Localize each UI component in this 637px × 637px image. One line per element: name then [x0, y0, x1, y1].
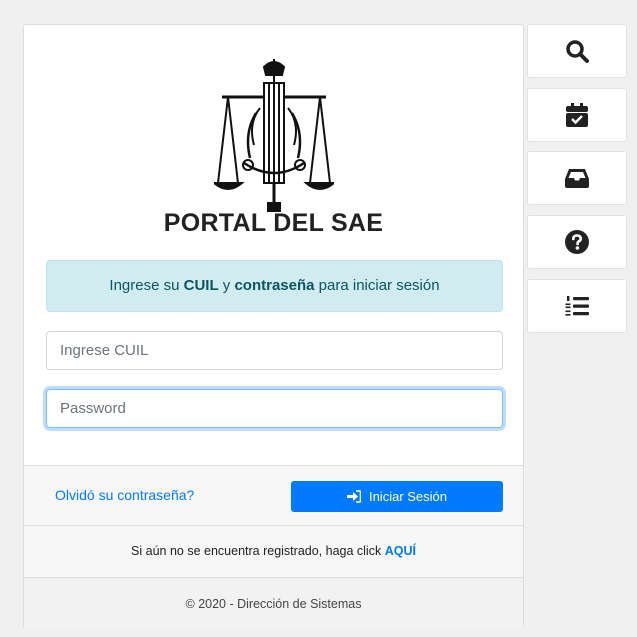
page-title: PORTAL DEL SAE [163, 209, 384, 237]
numbered-list-icon [565, 296, 589, 316]
sidebar-item-list[interactable] [527, 279, 627, 333]
register-text: Si aún no se encuentra registrado, haga … [131, 544, 385, 558]
sidebar-item-inbox[interactable] [527, 151, 627, 205]
sidebar-item-help[interactable] [527, 215, 627, 269]
alert-password: contraseña [234, 277, 315, 294]
login-button[interactable]: Iniciar Sesión [291, 481, 503, 512]
inbox-icon [565, 169, 589, 188]
alert-cuil: CUIL [183, 277, 219, 294]
page: PORTAL DEL SAE Ingrese su CUIL y contras… [0, 0, 637, 637]
cuil-input[interactable] [46, 331, 503, 370]
copyright-text: © 2020 - Dirección de Sistemas [185, 597, 362, 611]
question-circle-icon [565, 230, 589, 254]
register-link[interactable]: AQUÍ [385, 544, 416, 558]
alert-prefix: Ingrese su [109, 277, 184, 294]
justice-emblem-logo [214, 59, 334, 212]
calendar-check-icon [566, 103, 588, 127]
password-input[interactable] [46, 389, 503, 428]
alert-suffix: para iniciar sesión [314, 277, 440, 294]
search-icon [566, 40, 589, 63]
login-button-label: Iniciar Sesión [368, 489, 448, 504]
sidebar-item-search[interactable] [527, 24, 627, 78]
sign-in-icon [346, 490, 361, 503]
copyright-footer: © 2020 - Dirección de Sistemas [24, 577, 523, 628]
info-alert: Ingrese su CUIL y contraseña para inicia… [46, 260, 503, 312]
alert-middle: y [218, 277, 235, 294]
register-row: Si aún no se encuentra registrado, haga … [24, 525, 523, 577]
login-card: PORTAL DEL SAE Ingrese su CUIL y contras… [23, 24, 524, 628]
actions-row: Olvidó su contraseña? Iniciar Sesión [24, 465, 523, 525]
forgot-password-link[interactable]: Olvidó su contraseña? [55, 487, 194, 503]
sidebar-item-calendar[interactable] [527, 88, 627, 142]
